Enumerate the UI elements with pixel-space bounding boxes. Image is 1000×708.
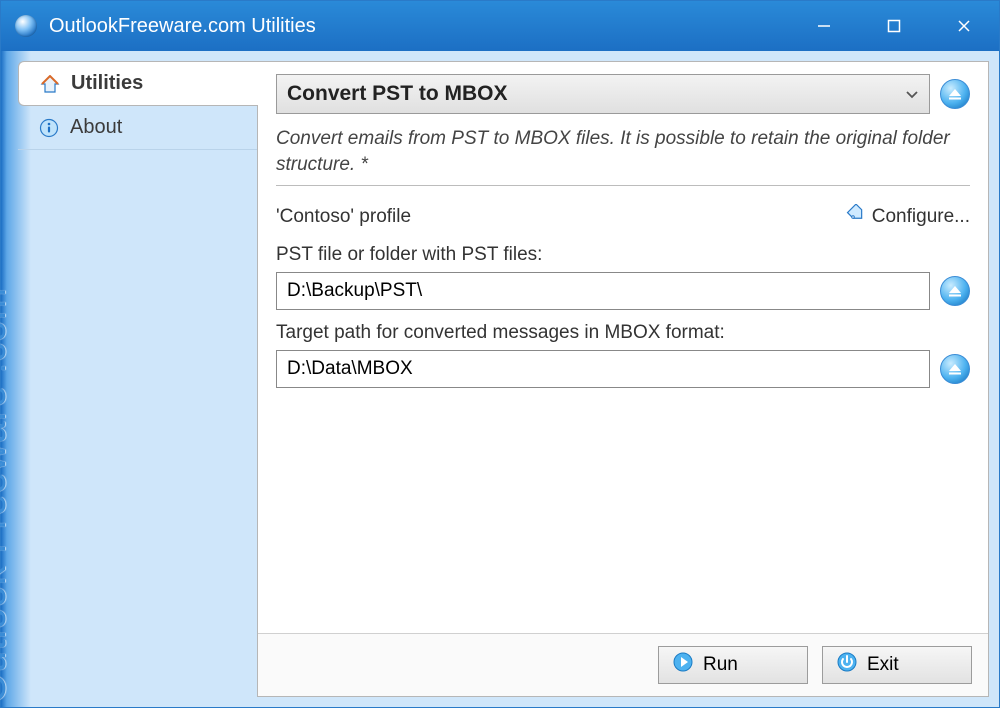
pst-path-row — [276, 272, 970, 310]
exit-button[interactable]: Exit — [822, 646, 972, 684]
exit-label: Exit — [867, 654, 899, 676]
brand-watermark: Outlook Freeware .com — [0, 287, 15, 703]
home-icon — [39, 73, 61, 95]
eject-icon — [948, 285, 962, 297]
minimize-button[interactable] — [789, 1, 859, 51]
app-icon — [15, 15, 37, 37]
tab-label: Utilities — [71, 72, 143, 95]
chevron-down-icon — [905, 82, 919, 106]
body-area: Utilities About Outlook Freeware .com Co… — [1, 51, 999, 707]
app-window: OutlookFreeware.com Utilities Utilities — [0, 0, 1000, 708]
pst-path-label: PST file or folder with PST files: — [276, 244, 970, 266]
titlebar: OutlookFreeware.com Utilities — [1, 1, 999, 51]
tab-label: About — [70, 116, 122, 139]
pst-browse-button[interactable] — [940, 276, 970, 306]
configure-label: Configure... — [872, 206, 970, 228]
target-path-input[interactable] — [276, 350, 930, 388]
configure-link[interactable]: Configure... — [846, 204, 970, 230]
play-icon — [673, 652, 693, 678]
eject-icon — [948, 363, 962, 375]
pst-path-input[interactable] — [276, 272, 930, 310]
utility-title: Convert PST to MBOX — [287, 82, 508, 106]
header-eject-button[interactable] — [940, 79, 970, 109]
eject-icon — [948, 88, 962, 100]
divider — [276, 185, 970, 186]
close-button[interactable] — [929, 1, 999, 51]
maximize-button[interactable] — [859, 1, 929, 51]
profile-label: 'Contoso' profile — [276, 206, 411, 228]
sidebar: Utilities About Outlook Freeware .com — [1, 51, 257, 707]
target-browse-button[interactable] — [940, 354, 970, 384]
content-inner: Convert PST to MBOX Convert emails from … — [258, 62, 988, 633]
utility-description: Convert emails from PST to MBOX files. I… — [276, 126, 970, 177]
info-icon — [38, 117, 60, 139]
target-path-label: Target path for converted messages in MB… — [276, 322, 970, 344]
power-icon — [837, 652, 857, 678]
content-panel: Convert PST to MBOX Convert emails from … — [257, 61, 989, 697]
tag-icon — [846, 204, 866, 230]
utility-header-row: Convert PST to MBOX — [276, 74, 970, 114]
target-path-row — [276, 350, 970, 388]
run-button[interactable]: Run — [658, 646, 808, 684]
tab-about[interactable]: About — [18, 106, 257, 150]
window-controls — [789, 1, 999, 51]
window-title: OutlookFreeware.com Utilities — [49, 15, 789, 38]
run-label: Run — [703, 654, 738, 676]
footer-bar: Run Exit — [258, 633, 988, 696]
profile-row: 'Contoso' profile Configure... — [276, 204, 970, 230]
utility-selector[interactable]: Convert PST to MBOX — [276, 74, 930, 114]
tab-utilities[interactable]: Utilities — [18, 61, 257, 106]
